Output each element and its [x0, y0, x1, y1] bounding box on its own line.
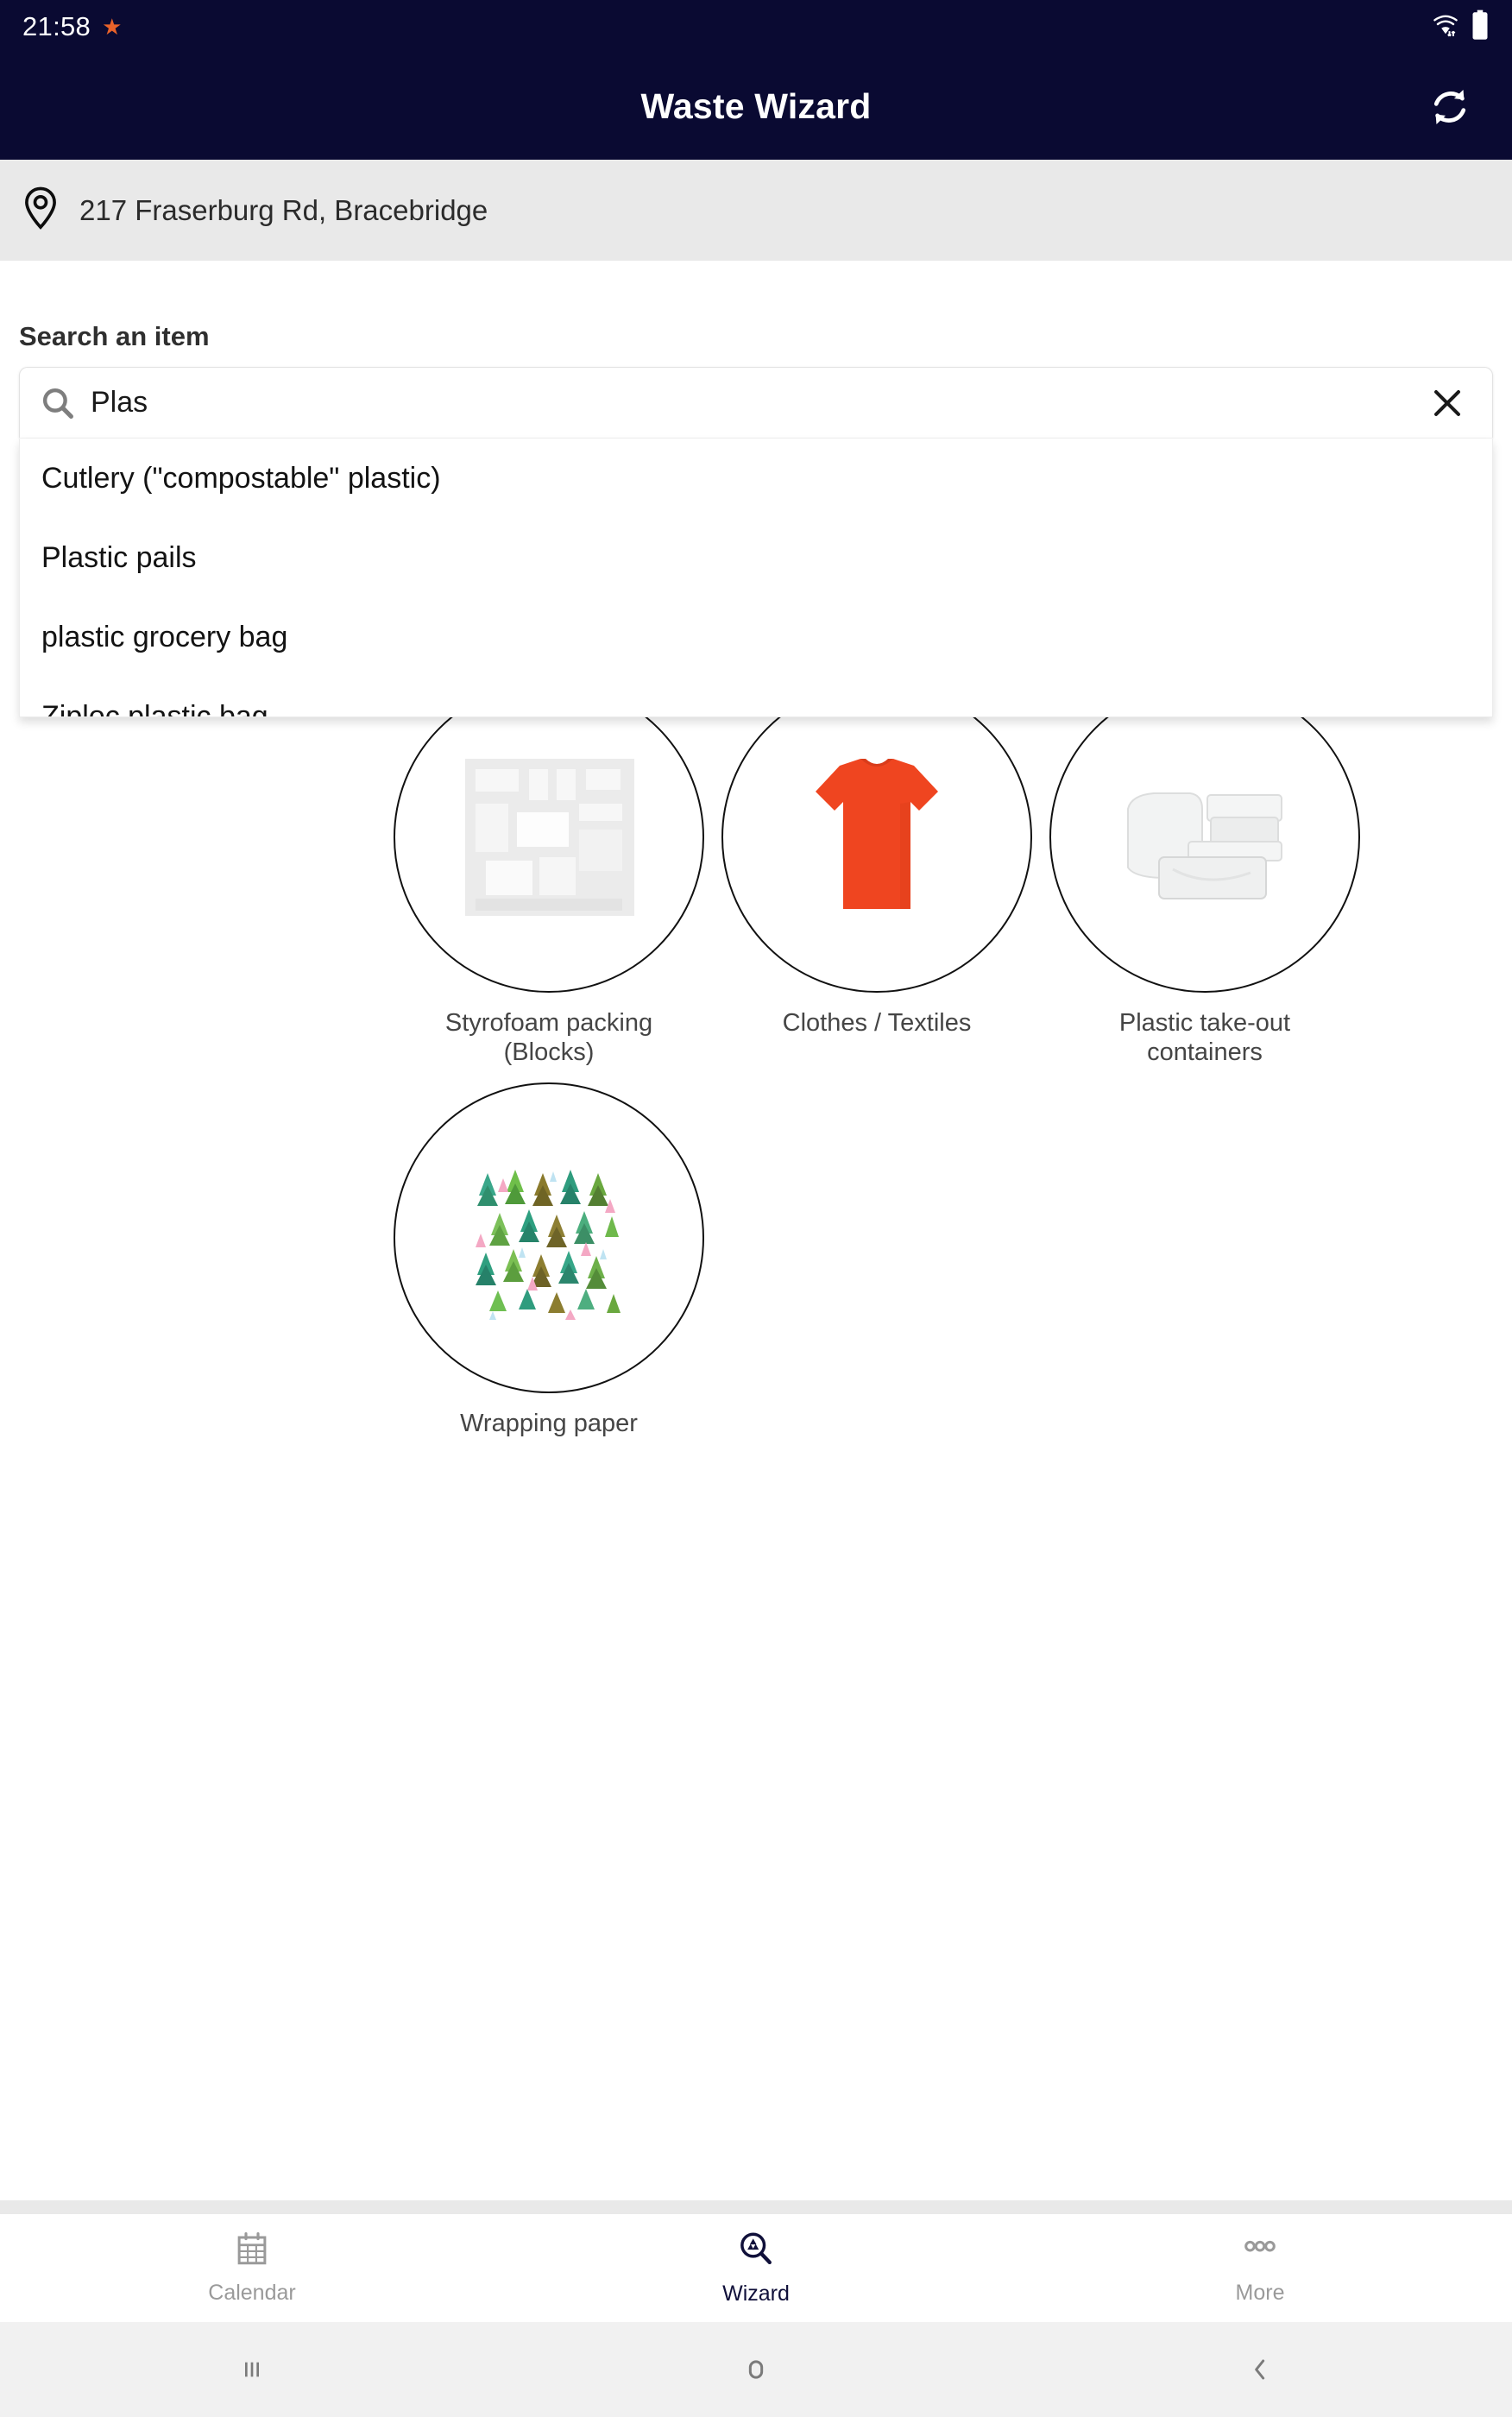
- list-item[interactable]: Plastic pails: [20, 518, 1492, 597]
- search-input[interactable]: Plas: [19, 367, 1493, 438]
- back-icon[interactable]: [1008, 2352, 1512, 2387]
- list-item[interactable]: Cutlery ("compostable" plastic): [20, 439, 1492, 518]
- nav-item-calendar[interactable]: Calendar: [0, 2231, 504, 2306]
- nav-item-wizard[interactable]: Wizard: [504, 2230, 1008, 2307]
- app-screen: 21:58 ★ Waste Wizard 217 Fraserburg Rd, …: [0, 0, 1512, 2417]
- more-dots-icon: [1240, 2231, 1280, 2273]
- result-thumbnail: [394, 1082, 704, 1394]
- bottom-nav-separator: [0, 2200, 1512, 2214]
- result-card[interactable]: Styrofoam packing (Blocks): [385, 682, 713, 1067]
- star-icon: ★: [102, 14, 123, 40]
- system-nav-bar: [0, 2322, 1512, 2417]
- list-item[interactable]: plastic grocery bag: [20, 597, 1492, 677]
- app-bar: Waste Wizard: [0, 54, 1512, 160]
- bottom-nav: Calendar Wizard More: [0, 2214, 1512, 2322]
- status-bar: 21:58 ★: [0, 0, 1512, 54]
- result-label: Clothes / Textiles: [782, 1009, 972, 1037]
- address-bar[interactable]: 217 Fraserburg Rd, Bracebridge: [0, 160, 1512, 261]
- page-title: Waste Wizard: [640, 86, 872, 126]
- result-card[interactable]: Wrapping paper: [385, 1082, 713, 1438]
- result-card[interactable]: Plastic take-out containers: [1041, 682, 1369, 1067]
- result-thumbnail: [1049, 682, 1360, 993]
- result-card[interactable]: Clothes / Textiles: [713, 682, 1041, 1067]
- home-icon[interactable]: [504, 2352, 1008, 2387]
- close-icon[interactable]: [1421, 385, 1473, 421]
- search-icon: [39, 384, 84, 422]
- nav-item-label: Calendar: [208, 2281, 296, 2305]
- location-pin-icon: [21, 185, 60, 236]
- nav-item-label: Wizard: [722, 2281, 790, 2306]
- styrofoam-block-image: [465, 759, 634, 916]
- nav-item-more[interactable]: More: [1008, 2231, 1512, 2306]
- recycle-magnifier-icon: [737, 2230, 775, 2274]
- battery-full-icon: [1471, 9, 1490, 45]
- wifi-icon: [1429, 10, 1462, 44]
- list-item[interactable]: Ziploc plastic bag: [20, 677, 1492, 717]
- address-text: 217 Fraserburg Rd, Bracebridge: [79, 193, 488, 226]
- result-label: Wrapping paper: [460, 1410, 638, 1438]
- search-section-label: Search an item: [19, 321, 210, 351]
- result-thumbnail: [721, 682, 1032, 993]
- search-suggestions-list[interactable]: Cutlery ("compostable" plastic) Plastic …: [19, 439, 1493, 717]
- nav-item-label: More: [1235, 2281, 1285, 2305]
- status-bar-left: 21:58 ★: [22, 11, 122, 42]
- status-bar-clock: 21:58: [22, 11, 91, 41]
- results-grid: Styrofoam packing (Blocks) Clothes / Tex…: [0, 682, 1512, 1455]
- status-bar-right: [1429, 9, 1490, 45]
- refresh-icon[interactable]: [1422, 79, 1477, 135]
- calendar-icon: [234, 2231, 270, 2273]
- result-label: Styrofoam packing (Blocks): [444, 1009, 653, 1067]
- orange-tshirt-image: [816, 759, 938, 909]
- search-input-value: Plas: [91, 386, 148, 419]
- clear-containers-image: [1127, 792, 1282, 899]
- recent-apps-icon[interactable]: [0, 2352, 504, 2387]
- tree-pattern-wrapping-paper-image: [472, 1156, 626, 1321]
- result-label: Plastic take-out containers: [1118, 1009, 1291, 1067]
- result-thumbnail: [394, 682, 704, 993]
